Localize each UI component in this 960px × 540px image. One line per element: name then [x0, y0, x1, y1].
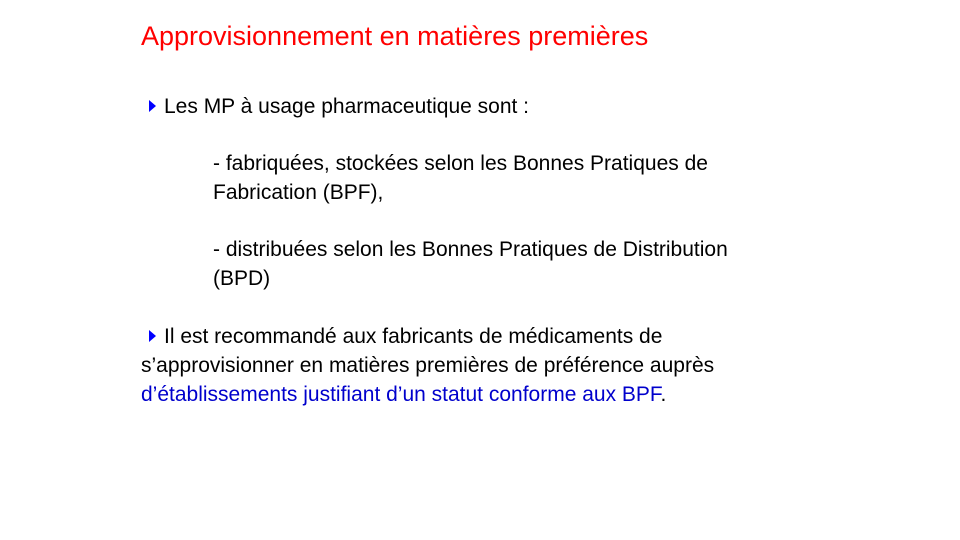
sub-item-2-line-1: - distribuées selon les Bonnes Pratiques… [213, 238, 728, 261]
bullet-2-line-2: s’approvisionner en matières premières d… [141, 354, 715, 377]
bpf-highlight-text: d’établissements justifiant d’un statut … [141, 383, 661, 406]
bullet-item-1: Les MP à usage pharmaceutique sont : [149, 92, 529, 121]
sub-item-1-line-2: Fabrication (BPF), [213, 181, 384, 204]
bullet-item-2: Il est recommandé aux fabricants de médi… [141, 322, 714, 409]
sub-item-2: - distribuées selon les Bonnes Pratiques… [213, 235, 728, 293]
sub-item-2-line-2: (BPD) [213, 267, 271, 290]
bullet-2-line-1-wrap: Il est recommandé aux fabricants de médi… [141, 322, 714, 351]
sub-item-1: - fabriquées, stockées selon les Bonnes … [213, 149, 708, 207]
slide-title: Approvisionnement en matières premières [141, 21, 649, 51]
triangle-right-icon [149, 330, 156, 342]
triangle-right-icon [149, 100, 156, 112]
slide: Approvisionnement en matières premières … [0, 0, 960, 540]
sub-item-1-line-1: - fabriquées, stockées selon les Bonnes … [213, 152, 708, 175]
bullet-2-line-3-wrap: d’établissements justifiant d’un statut … [141, 380, 714, 409]
bullet-2-line-3-end: . [660, 383, 667, 406]
bullet-1-text: Les MP à usage pharmaceutique sont : [164, 95, 530, 118]
bullet-2-line-1: Il est recommandé aux fabricants de médi… [164, 325, 663, 348]
